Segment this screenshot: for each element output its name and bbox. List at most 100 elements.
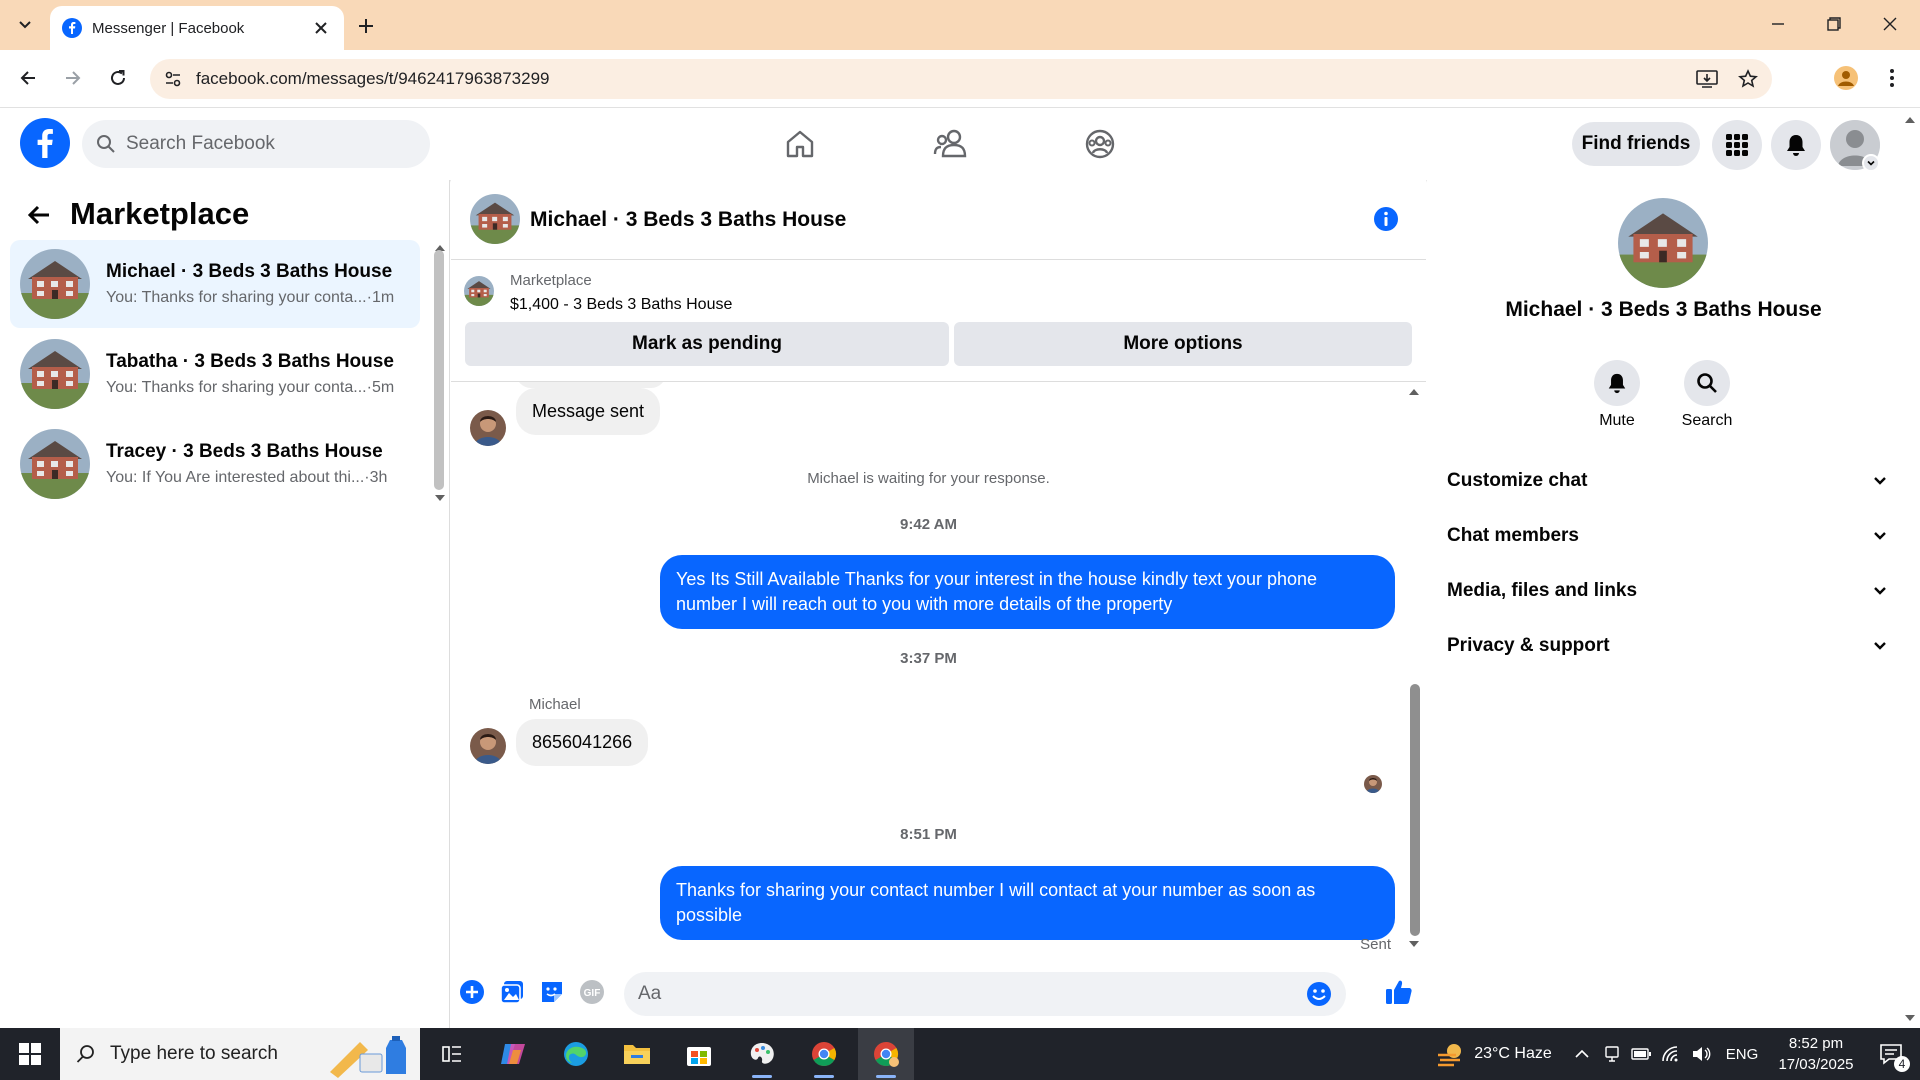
chrome-menu-button[interactable] bbox=[1874, 60, 1910, 96]
paint-app[interactable] bbox=[734, 1028, 790, 1080]
scroll-down-icon[interactable] bbox=[1408, 940, 1420, 948]
conversation-list-scrollbar[interactable] bbox=[434, 250, 444, 490]
back-button[interactable] bbox=[10, 60, 46, 96]
search-icon bbox=[97, 135, 115, 153]
mute-button[interactable] bbox=[1594, 360, 1640, 406]
gif-button[interactable]: GIF bbox=[578, 978, 608, 1008]
bell-icon bbox=[1608, 373, 1626, 394]
clock[interactable]: 8:52 pm 17/03/2025 bbox=[1766, 1028, 1866, 1080]
thumbs-up-icon bbox=[1386, 980, 1412, 1004]
more-options-button[interactable]: More options bbox=[954, 322, 1412, 366]
menu-button[interactable] bbox=[1712, 120, 1762, 170]
outgoing-message[interactable]: Yes Its Still Available Thanks for your … bbox=[660, 555, 1395, 629]
send-like-button[interactable] bbox=[1384, 977, 1416, 1009]
listing-price[interactable]: $1,400 - 3 Beds 3 Baths House bbox=[510, 296, 732, 314]
close-icon bbox=[315, 22, 327, 34]
tray-device-icon-button[interactable] bbox=[1600, 1028, 1624, 1080]
microsoft-store-app[interactable] bbox=[671, 1028, 727, 1080]
battery-button[interactable] bbox=[1628, 1028, 1654, 1080]
new-tab-button[interactable] bbox=[352, 12, 380, 40]
account-dropdown-badge[interactable] bbox=[1862, 154, 1880, 172]
network-button[interactable] bbox=[1658, 1028, 1684, 1080]
chrome-app[interactable] bbox=[796, 1028, 852, 1080]
gif-icon: GIF bbox=[580, 980, 604, 1004]
chat-members-section[interactable]: Chat members bbox=[1447, 516, 1887, 556]
tab-close-button[interactable] bbox=[310, 17, 332, 39]
scroll-down-icon[interactable] bbox=[434, 494, 446, 502]
search-in-conversation-button[interactable] bbox=[1684, 360, 1730, 406]
back-to-chats-button[interactable] bbox=[24, 200, 54, 230]
page-scrollbar[interactable] bbox=[1900, 108, 1920, 1028]
volume-button[interactable] bbox=[1688, 1028, 1714, 1080]
show-hidden-icons-button[interactable] bbox=[1568, 1028, 1596, 1080]
conversation-item-tracey[interactable]: Tracey · 3 Beds 3 Baths House You: If Yo… bbox=[10, 420, 420, 508]
scroll-down-icon[interactable] bbox=[1904, 1014, 1916, 1022]
edge-app[interactable] bbox=[548, 1028, 604, 1080]
outgoing-message[interactable]: Thanks for sharing your contact number I… bbox=[660, 866, 1395, 940]
edge-icon bbox=[564, 1042, 588, 1066]
notifications-button[interactable] bbox=[1771, 120, 1821, 170]
scroll-up-icon[interactable] bbox=[1904, 116, 1916, 124]
message-input-box[interactable] bbox=[624, 972, 1346, 1016]
privacy-support-section[interactable]: Privacy & support bbox=[1447, 626, 1887, 666]
seen-avatar bbox=[1364, 775, 1382, 793]
language-indicator[interactable]: ENG bbox=[1720, 1028, 1764, 1080]
file-explorer-app[interactable] bbox=[609, 1028, 665, 1080]
mark-as-pending-button[interactable]: Mark as pending bbox=[465, 322, 949, 366]
start-button[interactable] bbox=[0, 1028, 60, 1080]
notification-center-button[interactable]: 4 bbox=[1868, 1028, 1914, 1080]
conversation-item-michael[interactable]: Michael · 3 Beds 3 Baths House You: Than… bbox=[10, 240, 420, 328]
forward-button[interactable] bbox=[55, 60, 91, 96]
conversation-name: Michael · 3 Beds 3 Baths House bbox=[106, 261, 393, 282]
sender-avatar[interactable] bbox=[470, 728, 506, 764]
chat-listing-thumbnail[interactable] bbox=[470, 194, 520, 244]
sender-avatar[interactable] bbox=[470, 410, 506, 446]
close-window-button[interactable] bbox=[1862, 0, 1918, 48]
friends-nav[interactable] bbox=[920, 122, 980, 166]
find-friends-button[interactable]: Find friends bbox=[1572, 122, 1700, 166]
details-listing-thumbnail[interactable] bbox=[1618, 198, 1708, 288]
facebook-search[interactable] bbox=[82, 120, 430, 168]
tab-search-button[interactable] bbox=[10, 11, 40, 39]
site-info-icon[interactable] bbox=[164, 70, 182, 88]
taskbar-search[interactable]: Type here to search bbox=[60, 1028, 420, 1080]
browser-tab[interactable]: Messenger | Facebook bbox=[50, 6, 344, 50]
minimize-button[interactable] bbox=[1750, 0, 1806, 48]
task-view-button[interactable] bbox=[424, 1028, 480, 1080]
chrome-profile-app[interactable] bbox=[858, 1028, 914, 1080]
conversation-item-tabatha[interactable]: Tabatha · 3 Beds 3 Baths House You: Than… bbox=[10, 330, 420, 418]
chevron-down-icon bbox=[19, 21, 31, 29]
address-bar[interactable]: facebook.com/messages/t/9462417963873299 bbox=[150, 59, 1772, 99]
facebook-logo[interactable] bbox=[20, 118, 70, 168]
browser-toolbar: facebook.com/messages/t/9462417963873299 bbox=[0, 50, 1920, 108]
media-files-links-section[interactable]: Media, files and links bbox=[1447, 571, 1887, 611]
restore-button[interactable] bbox=[1806, 0, 1862, 48]
more-actions-button[interactable] bbox=[458, 978, 488, 1008]
incoming-message-phone[interactable]: 8656041266 bbox=[516, 719, 649, 766]
scroll-up-icon[interactable] bbox=[1408, 388, 1420, 396]
weather-widget[interactable]: 23°C Haze bbox=[1414, 1028, 1574, 1080]
listing-thumbnail bbox=[20, 429, 90, 499]
reload-icon bbox=[111, 70, 125, 85]
customize-chat-section[interactable]: Customize chat bbox=[1447, 461, 1887, 501]
info-icon bbox=[1374, 207, 1398, 231]
groups-nav[interactable] bbox=[1070, 122, 1130, 166]
profile-button[interactable] bbox=[1828, 60, 1864, 96]
copilot-app[interactable] bbox=[485, 1028, 541, 1080]
search-icon bbox=[76, 1045, 94, 1063]
attach-photo-button[interactable] bbox=[498, 978, 528, 1008]
emoji-icon[interactable] bbox=[1306, 981, 1332, 1007]
incoming-message[interactable]: Message sent bbox=[516, 388, 661, 435]
home-nav[interactable] bbox=[770, 122, 830, 166]
conversation-time: ·3h bbox=[364, 469, 388, 486]
message-input[interactable] bbox=[638, 983, 1306, 1005]
conversation-info-button[interactable] bbox=[1372, 205, 1400, 233]
message-thread-scrollbar[interactable] bbox=[1410, 684, 1420, 936]
facebook-search-input[interactable] bbox=[126, 133, 406, 155]
reload-button[interactable] bbox=[100, 60, 136, 96]
chat-title[interactable]: Michael · 3 Beds 3 Baths House bbox=[530, 208, 846, 232]
install-app-icon[interactable] bbox=[1696, 69, 1718, 89]
bookmark-star-icon[interactable] bbox=[1738, 69, 1758, 89]
facebook-logo-icon bbox=[20, 118, 70, 168]
sticker-button[interactable] bbox=[538, 978, 568, 1008]
